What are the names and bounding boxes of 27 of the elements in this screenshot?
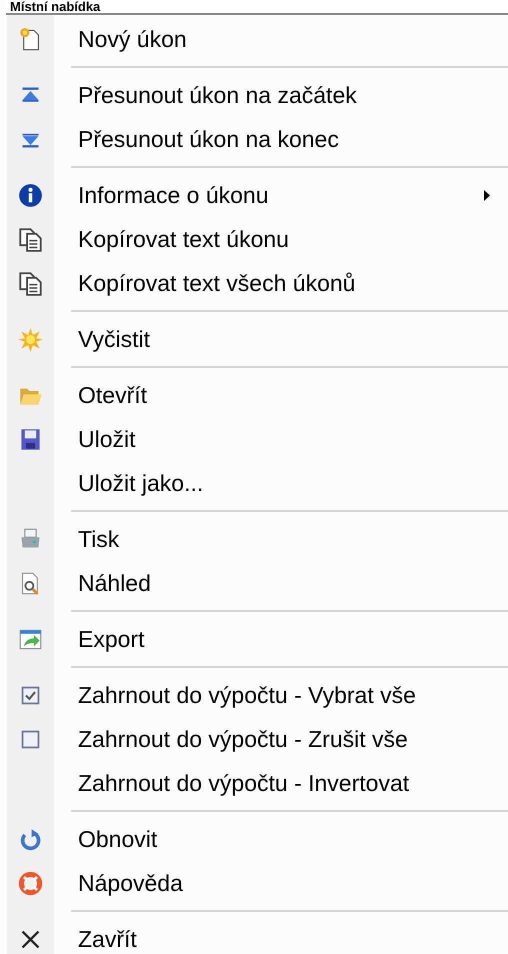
- menu-item[interactable]: Kopírovat text všech úkonů: [7, 261, 508, 305]
- menu-item[interactable]: Export: [7, 617, 508, 661]
- info-icon: [18, 182, 43, 208]
- refresh-icon: [18, 826, 43, 852]
- menu-item[interactable]: Zavřít: [7, 917, 508, 954]
- submenu-arrow-icon: [484, 190, 490, 200]
- menu-item[interactable]: Přesunout úkon na začátek: [7, 73, 508, 117]
- copy-icon: [18, 270, 43, 296]
- menu-item[interactable]: Zahrnout do výpočtu - Zrušit vše: [7, 717, 508, 761]
- menu-item[interactable]: Tisk: [7, 517, 508, 561]
- menu-item[interactable]: Kopírovat text úkonu: [7, 217, 508, 261]
- menu-item[interactable]: Zahrnout do výpočtu - Vybrat vše: [7, 673, 508, 717]
- menu-item[interactable]: Nápověda: [7, 861, 508, 905]
- menu-item[interactable]: Nový úkon: [7, 17, 508, 61]
- copy-icon: [18, 226, 43, 252]
- menu-item[interactable]: Uložit jako...: [7, 461, 508, 505]
- menu-item[interactable]: Přesunout úkon na konec: [7, 117, 508, 161]
- menu-item[interactable]: Uložit: [7, 417, 508, 461]
- menu-item[interactable]: Vyčistit: [7, 317, 508, 361]
- menu-item[interactable]: Zahrnout do výpočtu - Invertovat: [7, 761, 508, 805]
- help-icon: [18, 870, 43, 896]
- menu-item[interactable]: Otevřít: [7, 373, 508, 417]
- menu-title: Místní nabídka: [6, 0, 508, 15]
- menu-item[interactable]: Náhled: [7, 561, 508, 605]
- menu-item[interactable]: Informace o úkonu: [7, 173, 508, 217]
- menu-item[interactable]: Obnovit: [7, 817, 508, 861]
- sun-icon: [18, 326, 43, 352]
